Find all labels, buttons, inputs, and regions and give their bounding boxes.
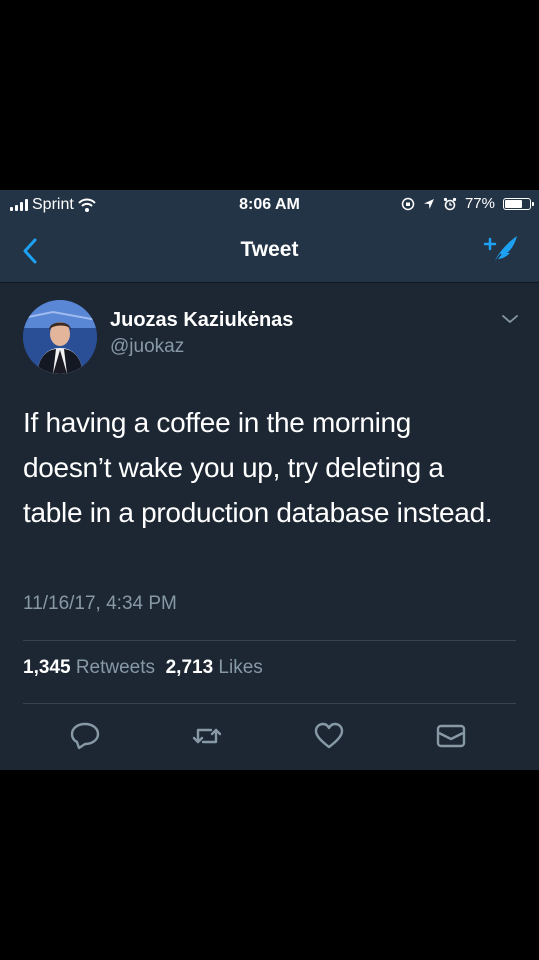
- tweet-timestamp: 11/16/17, 4:34 PM: [23, 593, 177, 614]
- like-icon[interactable]: [313, 720, 345, 752]
- reply-icon[interactable]: [69, 720, 101, 752]
- message-icon[interactable]: [435, 720, 467, 752]
- battery-icon: [503, 197, 534, 210]
- location-icon: [423, 198, 434, 209]
- retweet-icon[interactable]: [191, 720, 223, 752]
- likes-label: Likes: [218, 657, 263, 678]
- page-title: Tweet: [240, 238, 299, 261]
- avatar-photo: [23, 300, 97, 374]
- battery-fill: [505, 199, 522, 208]
- tweet-screen: Sprint 8:06 AM 77% Tweet Juozas Kaziukėn…: [0, 190, 539, 770]
- status-icons: 77%: [401, 195, 534, 212]
- alarm-icon: [443, 197, 457, 210]
- battery-percent: 77%: [464, 195, 495, 212]
- rotation-lock-icon: [401, 197, 415, 210]
- retweets-stat[interactable]: 1,345 Retweets: [23, 657, 155, 678]
- retweets-label: Retweets: [75, 657, 156, 678]
- divider: [23, 703, 516, 704]
- retweets-count: 1,345: [23, 657, 71, 678]
- divider: [23, 640, 516, 641]
- status-bar: Sprint 8:06 AM 77%: [0, 190, 539, 220]
- likes-stat[interactable]: 2,713 Likes: [166, 657, 263, 678]
- navigation-bar: Tweet: [0, 220, 539, 283]
- author-name[interactable]: Juozas Kaziukėnas: [110, 309, 293, 332]
- tweet-actions: [0, 720, 539, 770]
- tweet-text: If having a coffee in the morning doesn’…: [23, 407, 493, 528]
- likes-count: 2,713: [165, 657, 214, 678]
- author-handle[interactable]: @juokaz: [110, 336, 184, 358]
- chevron-down-icon[interactable]: [501, 313, 519, 325]
- avatar[interactable]: [23, 300, 97, 374]
- compose-tweet-icon[interactable]: [481, 232, 521, 268]
- engagement-stats: 1,345 Retweets 2,713 Likes: [23, 657, 263, 679]
